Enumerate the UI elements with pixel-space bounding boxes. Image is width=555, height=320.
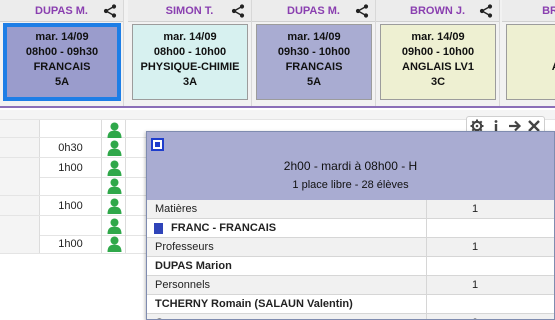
section-count: 1 xyxy=(472,279,479,291)
section-label: Personnels xyxy=(155,279,211,291)
person-icon[interactable] xyxy=(107,218,122,234)
section-label-row: Professeurs 1 xyxy=(147,238,554,257)
column-header: DUPAS M. xyxy=(0,0,123,22)
row-gutter xyxy=(0,176,40,195)
section-value-row[interactable]: FRANC - FRANCAIS xyxy=(147,219,554,238)
row-gutter xyxy=(0,216,40,235)
course-card[interactable]: m10ANG xyxy=(506,24,555,100)
person-icon[interactable] xyxy=(107,198,122,214)
row-duration xyxy=(40,120,102,137)
course-column: SIMON T. mar. 14/09 08h00 - 10h00 PHYSIQUE-… xyxy=(128,0,252,106)
row-divider xyxy=(426,257,427,275)
course-class: 3C xyxy=(430,76,446,88)
popup-places-students: 1 place libre - 28 élèves xyxy=(292,179,409,191)
section-value-row[interactable]: DUPAS Marion xyxy=(147,257,554,276)
row-divider xyxy=(426,314,427,319)
row-duration: 1h00 xyxy=(40,158,102,177)
course-card[interactable]: mar. 14/09 09h30 - 10h00 FRANCAIS 5A xyxy=(256,24,372,100)
row-duration xyxy=(40,216,102,235)
course-date: mar. 14/09 xyxy=(163,31,217,43)
person-icon[interactable] xyxy=(107,236,122,252)
row-duration xyxy=(40,176,102,195)
course-column: BROWN m10ANG xyxy=(502,0,555,106)
course-time: 09h00 - 10h00 xyxy=(401,46,475,58)
course-time: 08h00 - 10h00 xyxy=(153,46,227,58)
row-divider xyxy=(426,295,427,313)
course-subject: FRANCAIS xyxy=(285,61,343,73)
column-header: DUPAS M. xyxy=(252,0,375,22)
row-icon-cell xyxy=(102,120,126,138)
subject-color-swatch xyxy=(154,223,163,234)
row-icon-cell xyxy=(102,138,126,157)
section-label-row: Groupes0 xyxy=(147,314,554,319)
course-time: 10 xyxy=(507,45,555,60)
share-icon[interactable] xyxy=(479,4,493,18)
course-detail-popup: 2h00 - mardi à 08h00 - H 1 place libre -… xyxy=(146,131,555,320)
row-gutter xyxy=(0,196,40,215)
course-strip: DUPAS M. mar. 14/09 08h00 - 09h30 FRANCAIS 5… xyxy=(0,0,555,108)
column-header: SIMON T. xyxy=(128,0,251,22)
share-icon[interactable] xyxy=(231,4,245,18)
course-date: m xyxy=(507,30,555,45)
row-icon-cell xyxy=(102,158,126,177)
section-value: FRANC - FRANCAIS xyxy=(171,222,277,234)
course-column: DUPAS M. mar. 14/09 09h30 - 10h00 FRANCAIS 5… xyxy=(252,0,376,106)
course-column: DUPAS M. mar. 14/09 08h00 - 09h30 FRANCAIS 5… xyxy=(0,0,124,106)
course-subject: PHYSIQUE-CHIMIE xyxy=(140,61,240,73)
section-count: 1 xyxy=(472,203,479,215)
person-icon[interactable] xyxy=(107,178,122,194)
course-time: 08h00 - 09h30 xyxy=(25,46,99,58)
row-divider xyxy=(426,200,427,218)
section-value: DUPAS Marion xyxy=(155,260,232,272)
section-count: 1 xyxy=(472,241,479,253)
column-header: BROWN J. xyxy=(376,0,499,22)
row-gutter xyxy=(0,158,40,177)
course-time: 09h30 - 10h00 xyxy=(277,46,351,58)
row-gutter xyxy=(0,138,40,157)
section-label: Professeurs xyxy=(155,241,214,253)
row-gutter xyxy=(0,234,40,253)
person-icon[interactable] xyxy=(107,160,122,176)
row-divider xyxy=(426,276,427,294)
share-icon[interactable] xyxy=(103,4,117,18)
course-date: mar. 14/09 xyxy=(411,31,465,43)
course-column: BROWN J. mar. 14/09 09h00 - 10h00 ANGLAIS L… xyxy=(376,0,500,106)
person-icon[interactable] xyxy=(107,122,122,138)
row-icon-cell xyxy=(102,196,126,215)
section-value: TCHERNY Romain (SALAUN Valentin) xyxy=(155,298,353,310)
course-class: 5A xyxy=(306,76,322,88)
share-icon[interactable] xyxy=(355,4,369,18)
course-class: 5A xyxy=(54,76,70,88)
row-duration: 0h30 xyxy=(40,138,102,157)
section-label-row: Personnels 1 xyxy=(147,276,554,295)
timetable-root: { "columns": [ {"name": "DUPAS M.", "car… xyxy=(0,0,555,320)
row-icon-cell xyxy=(102,216,126,235)
popup-header-sub: 1 place libre - 28 élèves xyxy=(147,170,554,200)
section-value-row[interactable]: TCHERNY Romain (SALAUN Valentin) xyxy=(147,295,554,314)
row-duration: 1h00 xyxy=(40,196,102,215)
section-label-row: Matières 1 xyxy=(147,200,554,219)
section-label: Matières xyxy=(155,203,198,215)
course-card[interactable]: mar. 14/09 09h00 - 10h00 ANGLAIS LV1 3C xyxy=(380,24,496,100)
course-date: mar. 14/09 xyxy=(287,31,341,43)
row-duration: 1h00 xyxy=(40,234,102,253)
course-class: 3A xyxy=(182,76,198,88)
column-header: BROWN xyxy=(502,0,555,22)
row-divider xyxy=(426,219,427,237)
teacher-name: BROWN xyxy=(542,5,555,17)
course-subject: ANG xyxy=(507,60,555,75)
row-icon-cell xyxy=(102,176,126,195)
course-subject: ANGLAIS LV1 xyxy=(402,61,474,73)
course-subject: FRANCAIS xyxy=(33,61,91,73)
row-icon-cell xyxy=(102,234,126,253)
row-gutter xyxy=(0,120,40,137)
course-card[interactable]: mar. 14/09 08h00 - 10h00 PHYSIQUE-CHIMIE 3A xyxy=(132,24,248,100)
course-date: mar. 14/09 xyxy=(35,31,89,43)
row-divider xyxy=(426,238,427,256)
course-card[interactable]: mar. 14/09 08h00 - 09h30 FRANCAIS 5A xyxy=(3,23,121,101)
person-icon[interactable] xyxy=(107,140,122,156)
